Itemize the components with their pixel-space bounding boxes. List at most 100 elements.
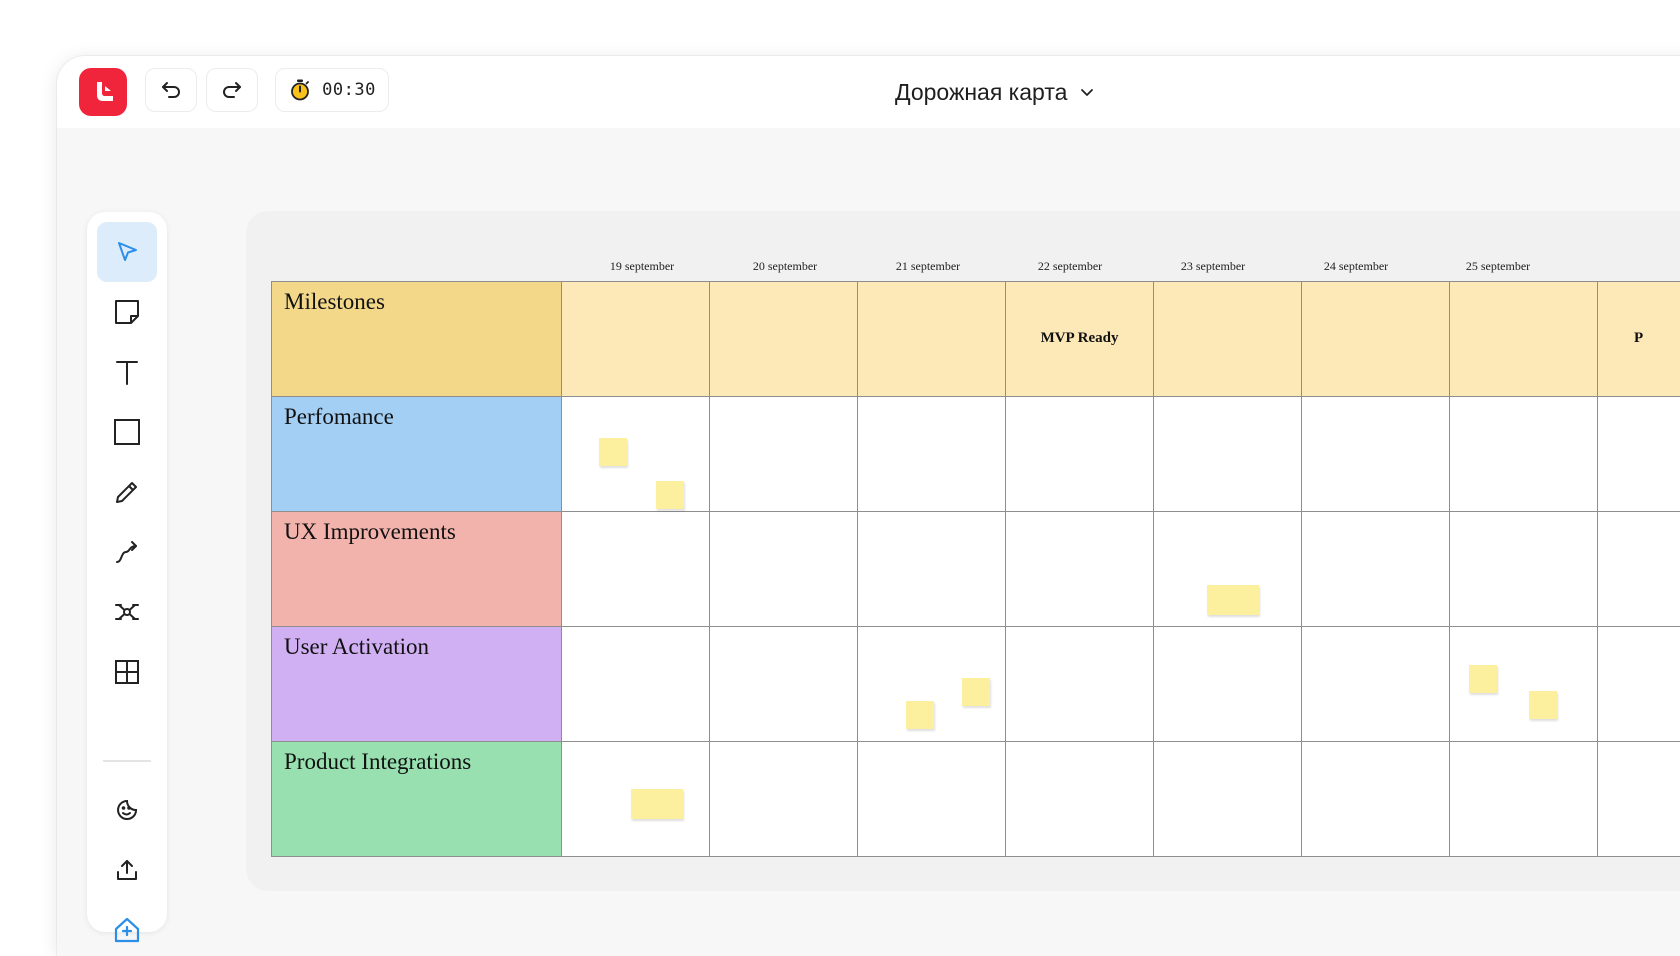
milestone-label: MVP Ready (1006, 330, 1153, 347)
table-cell[interactable] (1302, 512, 1450, 627)
table-cell[interactable] (858, 397, 1006, 512)
row-label: UX Improvements (272, 512, 561, 545)
row-label: Perfomance (272, 397, 561, 430)
table-cell[interactable] (858, 282, 1006, 397)
table-cell[interactable] (710, 282, 858, 397)
table-cell[interactable] (1154, 282, 1302, 397)
milestone-label: P (1598, 330, 1680, 347)
timer-button[interactable]: 00:30 (275, 68, 389, 112)
table-cell[interactable]: MVP Ready (1006, 282, 1154, 397)
text-tool[interactable] (97, 342, 157, 402)
sticky-note[interactable] (631, 789, 683, 819)
table-cell[interactable] (1302, 742, 1450, 857)
roadmap-table[interactable]: Milestones MVP Ready P Perfomance (271, 281, 1680, 857)
connector-tool[interactable] (97, 522, 157, 582)
upload-tool[interactable] (97, 840, 157, 900)
top-bar: 00:30 Дорожная карта (57, 56, 1680, 128)
table-cell[interactable] (710, 742, 858, 857)
date-header: 23 september (1137, 259, 1289, 274)
table-cell[interactable] (1302, 627, 1450, 742)
pencil-icon (113, 478, 141, 506)
table-cell[interactable] (1154, 742, 1302, 857)
table-tool[interactable] (97, 642, 157, 702)
table-row: Milestones MVP Ready P (272, 282, 1680, 397)
table-cell[interactable] (562, 512, 710, 627)
sticky-note[interactable] (1207, 585, 1259, 615)
sticky-note[interactable] (1469, 665, 1497, 693)
sticky-note[interactable] (599, 438, 627, 466)
pen-tool[interactable] (97, 462, 157, 522)
table-row: Product Integrations (272, 742, 1680, 857)
undo-icon (159, 78, 183, 102)
shape-tool[interactable] (97, 402, 157, 462)
table-cell[interactable] (1154, 627, 1302, 742)
text-icon (113, 358, 141, 386)
sticky-note[interactable] (962, 678, 990, 706)
roadmap-frame: 19 september 20 september 21 september 2… (246, 211, 1680, 891)
sticky-note[interactable] (1529, 691, 1557, 719)
sticky-note-icon (113, 298, 141, 326)
table-cell[interactable] (1302, 282, 1450, 397)
undo-button[interactable] (145, 68, 197, 112)
logo-icon (88, 77, 118, 107)
table-cell[interactable] (562, 627, 710, 742)
board-title-dropdown[interactable]: Дорожная карта (895, 74, 1095, 110)
table-cell[interactable] (710, 397, 858, 512)
table-cell[interactable] (1597, 742, 1680, 857)
row-label: Milestones (272, 282, 561, 315)
table-cell[interactable] (1006, 512, 1154, 627)
sticky-note[interactable] (906, 701, 934, 729)
mindmap-icon (113, 598, 141, 626)
toolbar-divider (103, 760, 151, 762)
table-cell[interactable] (1006, 627, 1154, 742)
table-cell[interactable] (710, 627, 858, 742)
row-label-cell[interactable]: Milestones (272, 282, 562, 397)
table-row: Perfomance (272, 397, 1680, 512)
sticker-tool[interactable] (97, 780, 157, 840)
rectangle-icon (113, 418, 141, 446)
table-cell[interactable] (1597, 397, 1680, 512)
connector-icon (113, 538, 141, 566)
table-cell[interactable] (858, 512, 1006, 627)
cursor-icon (114, 239, 140, 265)
table-cell[interactable] (1006, 397, 1154, 512)
date-header: 22 september (994, 259, 1146, 274)
select-tool[interactable] (97, 222, 157, 282)
redo-icon (220, 78, 244, 102)
table-cell[interactable] (1449, 282, 1597, 397)
table-cell[interactable] (1006, 742, 1154, 857)
row-label-cell[interactable]: User Activation (272, 627, 562, 742)
table-cell[interactable] (710, 512, 858, 627)
table-cell[interactable] (1154, 397, 1302, 512)
board-title: Дорожная карта (895, 79, 1067, 106)
app-window: 00:30 Дорожная карта (57, 56, 1680, 956)
sticky-note[interactable] (656, 481, 684, 509)
left-toolbar (87, 212, 167, 932)
chevron-down-icon (1079, 84, 1095, 100)
table-cell[interactable] (1302, 397, 1450, 512)
row-label-cell[interactable]: Product Integrations (272, 742, 562, 857)
table-cell[interactable] (562, 282, 710, 397)
table-cell[interactable] (562, 397, 710, 512)
table-cell[interactable]: P (1597, 282, 1680, 397)
table-cell[interactable] (1449, 512, 1597, 627)
table-icon (113, 658, 141, 686)
table-cell[interactable] (1449, 397, 1597, 512)
row-label-cell[interactable]: Perfomance (272, 397, 562, 512)
add-app-tool[interactable] (97, 900, 157, 956)
upload-icon (114, 857, 140, 883)
sticky-note-tool[interactable] (97, 282, 157, 342)
date-header: 25 september (1422, 259, 1574, 274)
table-cell[interactable] (1597, 512, 1680, 627)
redo-button[interactable] (206, 68, 258, 112)
row-label-cell[interactable]: UX Improvements (272, 512, 562, 627)
date-header: 21 september (852, 259, 1004, 274)
table-cell[interactable] (858, 742, 1006, 857)
date-header: 19 september (566, 259, 718, 274)
mindmap-tool[interactable] (97, 582, 157, 642)
table-cell[interactable] (1597, 627, 1680, 742)
table-cell[interactable] (1449, 742, 1597, 857)
timer-value: 00:30 (322, 80, 376, 100)
row-label: User Activation (272, 627, 561, 660)
app-logo[interactable] (79, 68, 127, 116)
